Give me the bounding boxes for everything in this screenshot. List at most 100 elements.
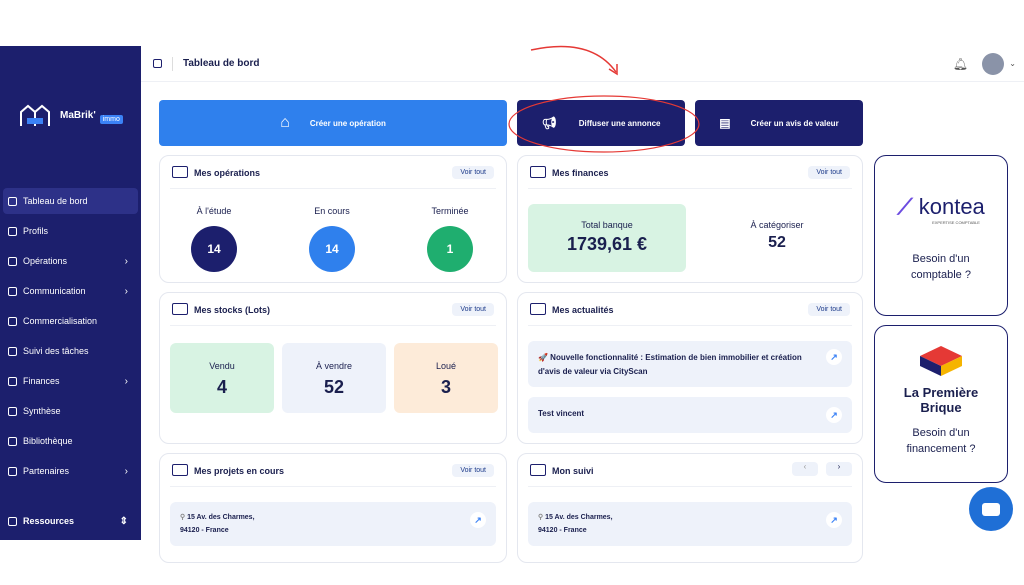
sidebar-item-label: Opérations — [23, 256, 68, 266]
divider — [170, 486, 496, 487]
sidebar-item-label: Bibliothèque — [23, 436, 73, 446]
news-card: Mes actualités Voir tout 🚀 Nouvelle fonc… — [517, 292, 863, 444]
sidebar-item-5[interactable]: Suivi des tâches — [3, 338, 138, 364]
sidebar-item-label: Partenaires — [23, 466, 70, 476]
projects-card: Mes projets en cours Voir tout ⚲ 15 Av. … — [159, 453, 507, 563]
card-title: Mes projets en cours — [194, 466, 285, 476]
nav-icon — [8, 196, 17, 206]
view-all-button[interactable]: Voir tout — [452, 303, 494, 316]
sidebar-item-label: Finances — [23, 376, 60, 386]
create-operation-button[interactable]: ⌂ Créer une opération — [159, 100, 507, 146]
status-label: Terminée — [431, 206, 469, 216]
divider — [170, 325, 496, 326]
divider — [528, 325, 852, 326]
card-title: Mes stocks (Lots) — [194, 305, 271, 315]
house-logo-icon — [20, 104, 50, 126]
address-line-1: 15 Av. des Charmes, — [187, 514, 255, 521]
chat-icon — [982, 502, 1000, 516]
stock-box[interactable]: Loué 3 — [394, 343, 498, 413]
box-value: 52 — [323, 377, 345, 397]
book-icon — [8, 516, 17, 526]
open-arrow-icon[interactable]: ↗ — [826, 512, 842, 528]
sidebar-item-0[interactable]: Tableau de bord — [3, 188, 138, 214]
sidebar-item-ressources[interactable]: Ressources ⇕ — [3, 508, 138, 534]
avatar[interactable] — [982, 52, 1004, 75]
nav-icon — [8, 286, 17, 296]
chevron-right-icon: › — [124, 465, 128, 477]
chart-icon — [172, 303, 188, 315]
nav-icon — [8, 436, 17, 446]
divider — [528, 486, 852, 487]
kontea-name: kontea — [918, 194, 985, 219]
sidebar-item-2[interactable]: Opérations › — [3, 248, 138, 274]
ad-text: Besoin d'un financement ? — [906, 427, 976, 455]
news-item[interactable]: Test vincent ↗ — [528, 397, 852, 433]
sidebar-nav: Tableau de bord Profils Opérations › Communi… — [3, 188, 138, 488]
view-all-button[interactable]: Voir tout — [808, 303, 850, 316]
address-line-1: 15 Av. des Charmes, — [545, 514, 613, 521]
divider — [170, 188, 496, 189]
sidebar-item-label: Ressources — [23, 516, 75, 526]
kontea-ad[interactable]: ⟋ kontea EXPERTISE COMPTABLE Besoin d'un… — [874, 155, 1008, 316]
nav-icon — [8, 376, 17, 386]
sidebar-item-label: Profils — [23, 226, 49, 236]
box-label: Total banque — [581, 220, 633, 230]
stocks-card: Mes stocks (Lots) Voir tout Vendu 4 À vend… — [159, 292, 507, 444]
chat-button[interactable] — [969, 487, 1013, 531]
news-item[interactable]: 🚀 Nouvelle fonctionnalité : Estimation d… — [528, 341, 852, 387]
chevron-right-icon: › — [124, 375, 128, 387]
ad-text: Besoin d'un comptable ? — [911, 253, 971, 281]
view-all-button[interactable]: Voir tout — [452, 166, 494, 179]
sidebar-item-4[interactable]: Commercialisation — [3, 308, 138, 334]
sidebar-item-label: Tableau de bord — [23, 196, 88, 206]
premiere-brique-ad[interactable]: La Première Brique Besoin d'un financeme… — [874, 325, 1008, 483]
sidebar-item-7[interactable]: Synthèse — [3, 398, 138, 424]
sidebar-item-6[interactable]: Finances › — [3, 368, 138, 394]
box-label: À catégoriser — [750, 220, 804, 230]
sidebar-toggle-icon[interactable] — [153, 59, 162, 68]
prev-button[interactable]: ‹ — [792, 462, 818, 476]
address-line-2: 94120 - France — [538, 527, 587, 534]
box-value: 4 — [216, 377, 227, 397]
open-arrow-icon[interactable]: ↗ — [826, 349, 842, 365]
button-label: Créer un avis de valeur — [750, 118, 839, 128]
brand-badge: immo — [99, 114, 123, 124]
open-arrow-icon[interactable]: ↗ — [470, 512, 486, 528]
view-all-button[interactable]: Voir tout — [808, 166, 850, 179]
sidebar-item-label: Communication — [23, 286, 86, 296]
status-label: À l'étude — [196, 206, 232, 216]
chevron-down-icon[interactable]: ⌄ — [1009, 59, 1016, 68]
kontea-mark-icon: ⟋ — [897, 194, 913, 219]
next-button[interactable]: › — [826, 462, 852, 476]
stock-box[interactable]: Vendu 4 — [170, 343, 274, 413]
open-arrow-icon[interactable]: ↗ — [826, 407, 842, 423]
card-title: Mon suivi — [552, 466, 594, 476]
document-icon: ▤ — [719, 116, 731, 130]
building-icon — [172, 166, 188, 178]
sidebar-item-8[interactable]: Bibliothèque — [3, 428, 138, 454]
stock-box[interactable]: À vendre 52 — [282, 343, 386, 413]
project-item[interactable]: ⚲ 15 Av. des Charmes, 94120 - France ↗ — [170, 502, 496, 546]
finances-card: Mes finances Voir tout Total banque 1739… — [517, 155, 863, 283]
bell-icon[interactable]: 🔔︎ — [953, 57, 968, 71]
sidebar-item-1[interactable]: Profils — [3, 218, 138, 244]
status-count[interactable]: 1 — [427, 226, 473, 272]
nav-icon — [8, 346, 17, 356]
nav-icon — [8, 466, 17, 476]
chevron-right-icon: › — [124, 255, 128, 267]
sidebar-item-3[interactable]: Communication › — [3, 278, 138, 304]
kontea-logo: ⟋ kontea — [875, 194, 1007, 220]
box-value: 52 — [768, 234, 786, 251]
brique-logo-icon — [920, 346, 962, 376]
view-all-button[interactable]: Voir tout — [452, 464, 494, 477]
follow-up-item[interactable]: ⚲ 15 Av. des Charmes, 94120 - France ↗ — [528, 502, 852, 546]
box-label: Vendu — [209, 361, 235, 371]
box-label: À vendre — [315, 361, 353, 371]
status-count[interactable]: 14 — [191, 226, 237, 272]
status-count[interactable]: 14 — [309, 226, 355, 272]
sidebar-item-9[interactable]: Partenaires › — [3, 458, 138, 484]
logo[interactable]: MaBrik' immo — [18, 102, 123, 128]
follow-up-card: Mon suivi ‹ › ⚲ 15 Av. des Charmes, 9412… — [517, 453, 863, 563]
create-valuation-button[interactable]: ▤ Créer un avis de valeur — [695, 100, 863, 146]
button-label: Créer une opération — [309, 118, 386, 128]
